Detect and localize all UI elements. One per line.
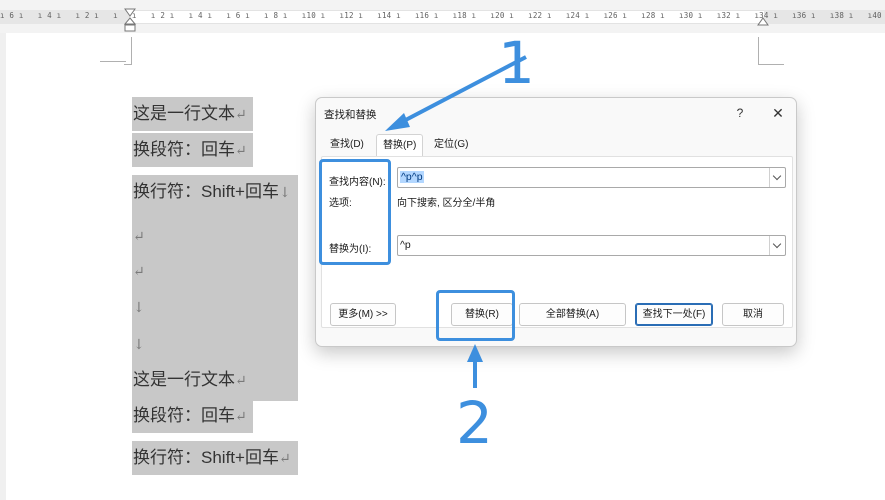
replace-with-dropdown[interactable] [769,236,785,255]
line-text-latin: Shift+ [201,448,245,467]
document-line[interactable]: ↵ [132,219,148,253]
line-text: 换行符： [133,448,201,468]
annotation-label-1: 1 [498,29,535,97]
line-text: 这是一行文本 [133,104,235,124]
paragraph-mark-icon: ↵ [235,143,247,159]
dialog-title: 查找和替换 [324,109,377,121]
annotation-highlight-labels [319,159,391,265]
line-text: 换行符： [133,182,201,202]
paragraph-mark-icon: ↵ [133,264,145,280]
document-line[interactable]: 换段符：回车↵ [132,399,253,433]
find-what-input[interactable]: ^p^p [397,167,786,188]
horizontal-ruler[interactable]: ı 6 ı ı 4 ı ı 2 ı ı ı ı 2 ı ı 4 ı ı 6 ı … [0,0,885,33]
paragraph-mark-icon: ↵ [133,229,145,245]
chevron-down-icon [772,171,782,181]
annotation-highlight-replace-button [436,290,515,341]
more-button[interactable]: 更多(M) >> [330,303,396,326]
document-line[interactable]: 这是一行文本↵ [132,97,253,131]
replace-with-value: ^p [400,239,411,251]
help-button[interactable]: ? [729,103,751,123]
paragraph-mark-icon: ↵ [278,451,291,467]
paragraph-mark-icon: ↵ [235,373,247,389]
tab-goto[interactable]: 定位(G) [428,134,474,156]
line-break-mark-icon: ↓ [133,300,145,316]
tab-find[interactable]: 查找(D) [324,134,370,156]
document-line[interactable]: ↵ [132,254,148,288]
chevron-down-icon [772,239,782,249]
margin-corner-top-right [758,37,784,65]
line-text: 回车 [244,448,279,468]
document-line[interactable]: 这是一行文本↵ [132,363,253,397]
line-text-latin: Shift+ [201,182,245,201]
line-text: 回车 [244,182,279,202]
line-break-mark-icon: ↓ [278,185,291,201]
left-indent-marker-icon[interactable] [124,8,136,32]
find-what-dropdown[interactable] [769,168,785,187]
tab-replace[interactable]: 替换(P) [376,134,424,158]
replace-tab-panel: 查找内容(N): ^p^p 选项: 向下搜索, 区分全/半角 替换为(I): ^… [321,156,793,328]
line-break-mark-icon: ↓ [133,337,145,353]
line-text: 这是一行文本 [133,370,235,390]
annotation-label-2: 2 [456,389,493,457]
line-text: 换段符：回车 [133,406,235,426]
close-button[interactable]: ✕ [767,103,789,123]
document-line[interactable]: 换段符：回车↵ [132,133,253,167]
replace-with-input[interactable]: ^p [397,235,786,256]
options-value: 向下搜索, 区分全/半角 [397,198,496,209]
paragraph-mark-icon: ↵ [235,107,247,123]
document-line[interactable]: ↓ [132,327,148,361]
line-text: 换段符：回车 [133,140,235,160]
document-line[interactable]: 换行符：Shift+回车↵ [132,441,298,475]
cancel-button[interactable]: 取消 [722,303,784,326]
margin-corner-top-left-h [100,61,126,62]
find-what-value: ^p^p [400,171,424,183]
right-indent-marker-icon[interactable] [757,8,769,32]
find-next-button[interactable]: 查找下一处(F) [635,303,713,326]
paragraph-mark-icon: ↵ [235,409,247,425]
replace-all-button[interactable]: 全部替换(A) [519,303,626,326]
document-line[interactable]: ↓ [132,290,148,324]
